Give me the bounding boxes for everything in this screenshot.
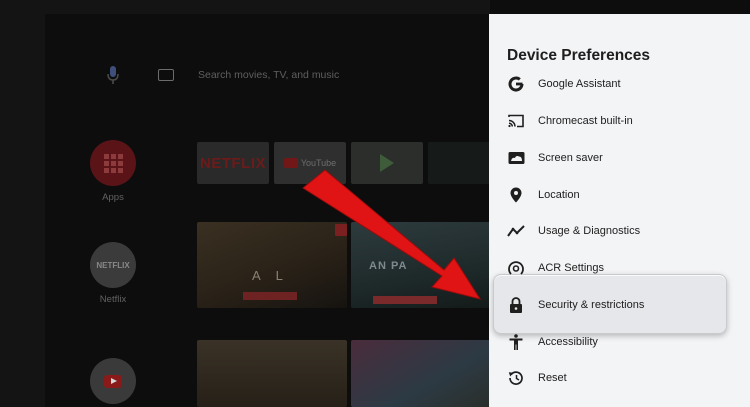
content-card[interactable]: A L xyxy=(197,222,347,308)
location-pin-icon xyxy=(507,186,525,204)
youtube-icon xyxy=(90,358,136,404)
menu-item-google-assistant[interactable]: Google Assistant xyxy=(489,69,750,99)
menu-item-security-restrictions[interactable]: Security & restrictions xyxy=(489,290,750,320)
screen-saver-icon xyxy=(507,149,525,167)
menu-item-label: Usage & Diagnostics xyxy=(538,225,641,237)
card-badge-icon xyxy=(335,224,347,236)
menu-item-reset[interactable]: Reset xyxy=(489,363,750,393)
left-edge xyxy=(0,0,45,407)
play-store-tile[interactable] xyxy=(351,142,423,184)
menu-item-label: Accessibility xyxy=(538,336,598,348)
menu-item-label: Reset xyxy=(538,372,567,384)
netflix-channel-tile[interactable]: NETFLIX xyxy=(197,142,269,184)
menu-item-label: Chromecast built-in xyxy=(538,115,633,127)
netflix-label: Netflix xyxy=(99,294,127,305)
microphone-icon[interactable] xyxy=(100,62,126,88)
trend-line-icon xyxy=(507,222,525,240)
content-card[interactable] xyxy=(197,340,347,407)
card-title: AN PA xyxy=(369,260,408,272)
youtube-shortcut[interactable] xyxy=(88,358,138,404)
menu-item-usage-diagnostics[interactable]: Usage & Diagnostics xyxy=(489,216,750,246)
top-band xyxy=(45,0,490,14)
content-card[interactable] xyxy=(351,340,490,407)
apps-label: Apps xyxy=(102,192,124,203)
menu-item-chromecast[interactable]: Chromecast built-in xyxy=(489,106,750,136)
lock-icon xyxy=(507,296,525,314)
search-placeholder: Search movies, TV, and music xyxy=(198,69,340,81)
menu-item-label: Google Assistant xyxy=(538,78,621,90)
acr-icon xyxy=(507,259,525,277)
menu-item-label: ACR Settings xyxy=(538,262,605,274)
panel-title: Device Preferences xyxy=(507,47,651,64)
youtube-tile-label: YouTube xyxy=(300,158,337,168)
youtube-icon xyxy=(283,158,298,168)
search-bar[interactable]: Search movies, TV, and music xyxy=(100,60,339,90)
menu-item-label: Screen saver xyxy=(538,152,603,164)
menu-item-screen-saver[interactable]: Screen saver xyxy=(489,143,750,173)
apps-icon xyxy=(90,140,136,186)
card-badge xyxy=(373,296,437,304)
netflix-shortcut[interactable]: NETFLIX Netflix xyxy=(88,242,138,305)
google-g-icon xyxy=(507,75,525,93)
reset-icon xyxy=(507,369,525,387)
card-title: A L xyxy=(252,268,289,283)
keyboard-icon[interactable] xyxy=(158,69,174,81)
menu-item-label: Location xyxy=(538,189,580,201)
cast-icon xyxy=(507,112,525,130)
content-card[interactable]: AN PA xyxy=(351,222,490,308)
menu-item-acr-settings[interactable]: ACR Settings xyxy=(489,253,750,283)
menu-item-location[interactable]: Location xyxy=(489,180,750,210)
accessibility-icon xyxy=(507,333,525,351)
channel-tile[interactable] xyxy=(428,142,490,184)
apps-shortcut[interactable]: Apps xyxy=(88,140,138,203)
play-icon xyxy=(380,154,394,172)
card-badge xyxy=(243,292,297,300)
youtube-channel-tile[interactable]: YouTube xyxy=(274,142,346,184)
menu-item-label: Security & restrictions xyxy=(538,299,645,311)
device-preferences-panel: Device Preferences Google Assistant Chro… xyxy=(489,14,750,407)
menu-item-accessibility[interactable]: Accessibility xyxy=(489,327,750,357)
netflix-logo: NETFLIX xyxy=(90,242,136,288)
